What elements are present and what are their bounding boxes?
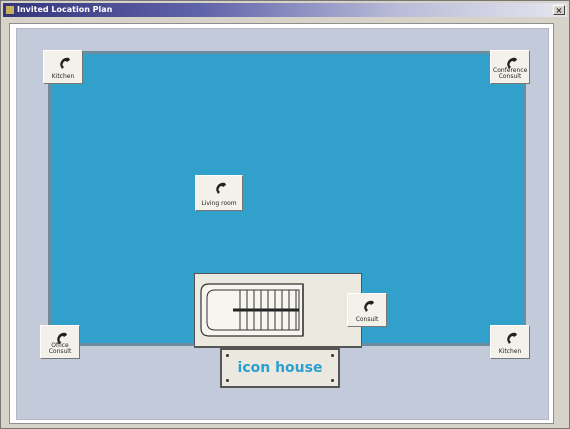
location-label: Kitchen <box>51 73 75 80</box>
sign-text: icon house <box>237 360 323 376</box>
location-label: Conference Consult <box>493 67 528 80</box>
close-button[interactable]: × <box>553 5 565 15</box>
sign-rivet <box>331 379 334 382</box>
location-button-bottom-left[interactable]: Office Consult <box>40 325 80 359</box>
window-title: Invited Location Plan <box>17 5 113 14</box>
location-button-bottom-right[interactable]: Kitchen <box>490 325 530 359</box>
location-label: Consult <box>355 316 379 323</box>
location-button-top-right[interactable]: Conference Consult <box>490 50 530 84</box>
location-label: Office Consult <box>48 342 72 355</box>
stairs-drawing <box>195 283 361 348</box>
sign-rivet <box>331 354 334 357</box>
app-window: Invited Location Plan × icon house Kitch… <box>0 0 570 429</box>
location-label: Kitchen <box>498 348 522 355</box>
building-name-sign: icon house <box>220 348 340 388</box>
stairwell <box>194 273 362 348</box>
sign-rivet <box>226 354 229 357</box>
telephone-handset-icon <box>507 332 517 344</box>
sign-rivet <box>226 379 229 382</box>
location-label: Living room <box>201 200 237 207</box>
telephone-handset-icon <box>60 57 70 69</box>
location-button-stair-right[interactable]: Consult <box>347 293 387 327</box>
location-button-top-left[interactable]: Kitchen <box>43 50 83 84</box>
title-bar[interactable]: Invited Location Plan × <box>3 3 567 17</box>
location-button-center[interactable]: Living room <box>195 175 243 211</box>
telephone-handset-icon <box>364 300 374 312</box>
app-icon <box>6 6 14 14</box>
telephone-handset-icon <box>216 182 226 194</box>
